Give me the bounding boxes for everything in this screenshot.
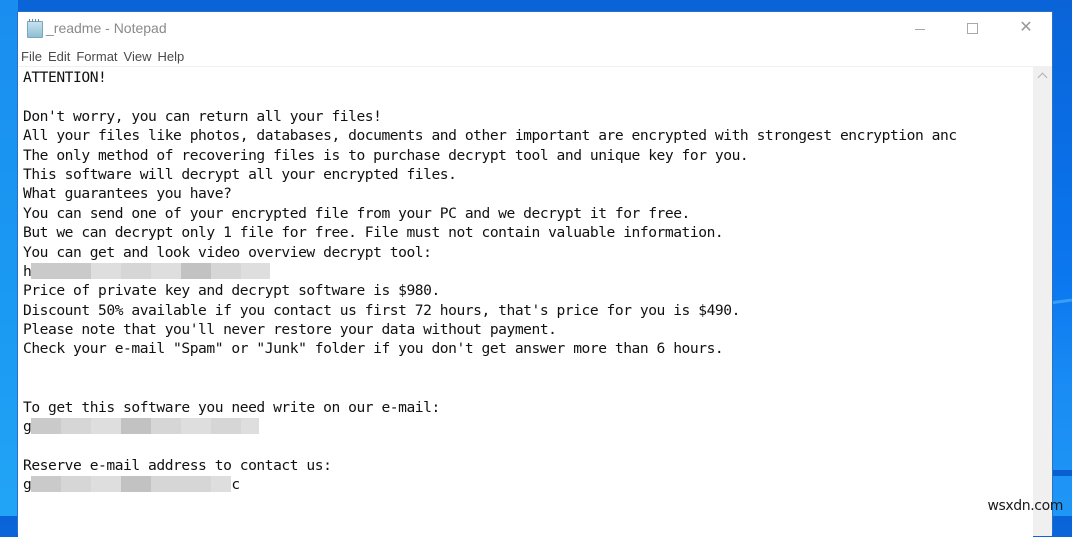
line-text: The only method of recovering files is t… [23,146,749,164]
redacted-block [31,476,232,493]
redaction-blur [121,262,152,279]
redaction-blur [211,262,242,279]
menu-bar: File Edit Format View Help [18,46,1052,66]
text-line [23,495,957,514]
close-icon: ✕ [1019,19,1033,36]
text-line [23,359,957,378]
text-line: Check your e-mail "Spam" or "Junk" folde… [23,339,957,358]
line-text: All your files like photos, databases, d… [23,127,957,145]
line-text: To get this software you need write on o… [23,398,440,416]
line-text: But we can decrypt only 1 file for free.… [23,224,724,242]
line-text: Reserve e-mail address to contact us: [23,456,332,474]
text-line: Discount 50% available if you contact us… [23,301,957,320]
redaction-blur [181,476,212,493]
line-text: ATTENTION! [23,69,107,86]
redaction-blur [211,476,232,493]
text-line: To get this software you need write on o… [23,398,957,417]
text-line: You can send one of your encrypted file … [23,204,957,223]
menu-edit[interactable]: Edit [45,49,73,64]
desktop-band [1050,470,1072,476]
redaction-blur [31,418,62,435]
text-line: All your files like photos, databases, d… [23,126,957,145]
redaction-blur [151,262,182,279]
line-text-suffix: c [231,476,240,494]
redaction-blur [91,418,122,435]
line-text: Don't worry, you can return all your fil… [23,107,382,125]
redaction-blur [151,476,182,493]
line-text: What guarantees you have? [23,185,232,203]
text-line: Don't worry, you can return all your fil… [23,107,957,126]
text-line: ATTENTION! [23,68,957,87]
text-line: You can get and look video overview decr… [23,243,957,262]
vertical-scrollbar[interactable] [1033,66,1052,536]
menu-view[interactable]: View [121,49,155,64]
redaction-blur [61,418,92,435]
watermark: wsxdn.com [987,498,1063,514]
redaction-blur [91,262,122,279]
desktop-light-streak [1049,298,1072,305]
redaction-blur [31,476,62,493]
chevron-up-icon [1037,72,1048,83]
text-line: g [23,417,957,436]
notepad-icon [27,19,43,38]
text-line: But we can decrypt only 1 file for free.… [23,223,957,242]
text-line: Reserve e-mail address to contact us: [23,456,957,475]
redacted-block [31,262,271,280]
line-text: You can get and look video overview decr… [23,243,432,261]
maximize-button[interactable] [949,12,995,44]
line-text: This software will decrypt all your encr… [23,165,457,183]
notepad-window: _readme - Notepad ✕ File Edit Format Vie… [18,12,1052,537]
menu-help[interactable]: Help [154,49,187,64]
line-text: Discount 50% available if you contact us… [23,301,740,319]
text-editor-area[interactable]: ATTENTION! Don't worry, you can return al… [18,66,1033,537]
minimize-button[interactable] [897,12,943,44]
redaction-blur [91,476,122,493]
scroll-up-button[interactable] [1033,66,1052,84]
line-text: Please note that you'll never restore yo… [23,321,557,339]
close-button[interactable]: ✕ [1003,12,1049,44]
text-line: Price of private key and decrypt softwar… [23,281,957,300]
menu-file[interactable]: File [18,49,45,64]
text-line [23,378,957,397]
title-bar[interactable]: _readme - Notepad ✕ [18,12,1052,46]
redaction-blur [181,262,212,279]
minimize-icon [915,28,925,30]
text-line [23,87,957,106]
redaction-blur [151,418,182,435]
redaction-blur [211,418,242,435]
window-title: _readme - Notepad [46,20,167,36]
text-line: The only method of recovering files is t… [23,146,957,165]
redaction-blur [31,262,92,279]
maximize-icon [966,22,978,34]
line-text: Check your e-mail "Spam" or "Junk" folde… [23,340,724,358]
document-text[interactable]: ATTENTION! Don't worry, you can return al… [23,68,957,514]
redaction-blur [61,476,92,493]
redaction-blur [181,418,212,435]
redaction-blur [241,418,260,435]
redaction-blur [121,476,152,493]
text-line [23,436,957,455]
text-line: gc [23,475,957,494]
text-line: Please note that you'll never restore yo… [23,320,957,339]
redacted-block [31,418,260,435]
menu-format[interactable]: Format [73,49,120,64]
redaction-blur [121,418,152,435]
desktop-background [0,0,18,516]
line-text: You can send one of your encrypted file … [23,204,690,222]
text-line: This software will decrypt all your encr… [23,165,957,184]
line-text: Price of private key and decrypt softwar… [23,282,440,300]
redaction-blur [241,262,271,279]
text-line: What guarantees you have? [23,184,957,203]
text-line: h [23,262,957,281]
